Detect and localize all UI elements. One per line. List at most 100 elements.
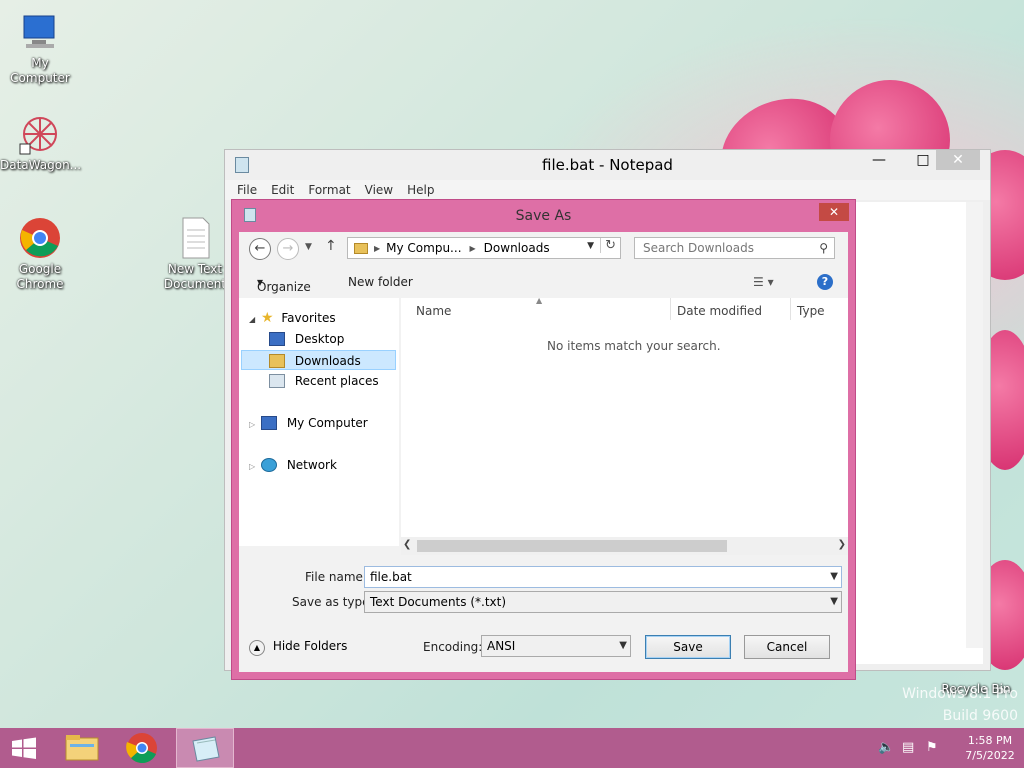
chevron-down-icon[interactable]: ▼ <box>830 567 838 587</box>
nav-desktop[interactable]: Desktop <box>269 329 344 349</box>
nav-recent-label: Recent places <box>294 374 379 388</box>
address-bar[interactable]: ▶ My Compu... ▶ Downloads ▼ ↻ <box>347 237 621 259</box>
search-input[interactable]: Search Downloads ⚲ <box>634 237 835 259</box>
minimize-button[interactable]: — <box>864 150 894 170</box>
encoding-select[interactable]: ANSI ▼ <box>481 635 631 657</box>
menu-edit[interactable]: Edit <box>271 180 294 200</box>
dialog-body: ← → ▼ ↑ ▶ My Compu... ▶ Downloads ▼ ↻ Se… <box>239 232 848 672</box>
nav-downloads[interactable]: Downloads <box>241 350 396 370</box>
menu-format[interactable]: Format <box>308 180 350 200</box>
hide-folders-label: Hide Folders <box>272 639 348 653</box>
nav-recent-places[interactable]: Recent places <box>269 371 379 391</box>
start-button[interactable] <box>0 728 48 768</box>
chevron-up-icon: ▲ <box>249 640 265 656</box>
volume-muted-icon[interactable]: 🔈 <box>878 740 894 755</box>
empty-message: No items match your search. <box>547 339 721 353</box>
watermark-line1: Windows 8.1 Pro <box>902 686 1018 702</box>
column-header-date[interactable]: Date modified <box>677 304 762 318</box>
maximize-button[interactable]: □ <box>908 150 938 170</box>
recent-locations-dropdown[interactable]: ▼ <box>305 242 312 252</box>
back-button[interactable]: ← <box>249 238 271 260</box>
save-form: File name: file.bat ▼ Save as type: Text… <box>239 558 848 672</box>
refresh-icon[interactable]: ↻ <box>600 238 616 253</box>
recent-places-icon <box>269 374 285 388</box>
nav-my-computer-label: My Computer <box>286 416 368 430</box>
chevron-down-icon[interactable]: ▼ <box>619 636 627 656</box>
vertical-scrollbar[interactable] <box>966 202 983 648</box>
sort-arrow-icon: ▲ <box>536 296 543 305</box>
desktop-icon-datawagon[interactable]: DataWagon... <box>0 112 82 173</box>
menu-view[interactable]: View <box>365 180 393 200</box>
forward-button[interactable]: → <box>277 238 299 260</box>
nav-network-label: Network <box>286 458 337 472</box>
view-options-icon[interactable]: ☰ ▾ <box>753 275 774 289</box>
encoding-value: ANSI <box>487 639 516 653</box>
clock[interactable]: 1:58 PM 7/5/2022 <box>960 733 1020 763</box>
desktop-icon-new-text-document[interactable]: New Text Document <box>155 216 235 292</box>
expand-arrow-icon: ▷ <box>249 420 256 429</box>
file-explorer-icon <box>65 735 99 761</box>
breadcrumb-downloads[interactable]: Downloads <box>484 241 550 255</box>
new-folder-button[interactable]: New folder <box>348 275 413 289</box>
taskbar-file-explorer[interactable] <box>54 728 110 768</box>
dialog-close-button[interactable]: ✕ <box>819 203 849 221</box>
windows-logo-icon <box>12 737 36 759</box>
star-icon: ★ <box>260 310 274 326</box>
nav-my-computer[interactable]: ▷ My Computer <box>249 413 368 433</box>
help-icon[interactable]: ? <box>817 274 833 290</box>
save-button[interactable]: Save <box>645 635 731 659</box>
notepad-titlebar[interactable]: file.bat - Notepad — □ ✕ <box>225 150 990 180</box>
menu-help[interactable]: Help <box>407 180 434 200</box>
computer-icon <box>18 10 62 54</box>
file-name-value: file.bat <box>370 570 412 584</box>
scroll-right-icon: ❯ <box>837 539 846 550</box>
organize-button[interactable]: Organize ▾ <box>257 275 311 294</box>
address-dropdown[interactable]: ▼ <box>587 241 594 251</box>
breadcrumb-my-computer[interactable]: My Compu... <box>386 241 461 255</box>
dialog-titlebar[interactable]: Save As ✕ <box>232 200 855 232</box>
file-list[interactable]: ▲ Name Date modified Type No items match… <box>401 296 848 546</box>
notepad-menubar: File Edit Format View Help <box>225 180 990 200</box>
column-header-name[interactable]: Name <box>416 304 451 318</box>
column-divider <box>670 298 671 320</box>
taskbar-notepad[interactable] <box>176 728 234 768</box>
save-as-dialog[interactable]: Save As ✕ ← → ▼ ↑ ▶ My Compu... ▶ Downlo… <box>231 199 856 680</box>
menu-file[interactable]: File <box>237 180 257 200</box>
column-divider <box>790 298 791 320</box>
dialog-icon <box>244 208 256 222</box>
computer-icon <box>260 416 277 430</box>
nav-desktop-label: Desktop <box>294 332 345 346</box>
nav-favorites[interactable]: ◢ ★ Favorites <box>249 308 336 328</box>
folder-icon <box>354 242 368 254</box>
downloads-folder-icon <box>269 354 285 368</box>
up-button[interactable]: ↑ <box>325 238 337 254</box>
taskbar-chrome[interactable] <box>114 728 170 768</box>
expand-arrow-icon: ▷ <box>249 462 256 471</box>
desktop-icon-my-computer[interactable]: My Computer <box>0 10 80 86</box>
notepad-editor[interactable] <box>855 202 983 664</box>
search-placeholder: Search Downloads <box>643 241 754 255</box>
scroll-thumb[interactable] <box>417 540 727 552</box>
action-center-icon[interactable]: ⚑ <box>926 740 938 755</box>
desktop-icon <box>269 332 285 346</box>
chrome-icon <box>18 216 62 260</box>
desktop-icon-label: My Computer <box>10 56 70 85</box>
cancel-button[interactable]: Cancel <box>744 635 830 659</box>
chevron-down-icon[interactable]: ▼ <box>830 592 838 612</box>
notepad-icon <box>235 157 249 173</box>
close-button[interactable]: ✕ <box>936 150 980 170</box>
desktop-icon-label: DataWagon... <box>0 158 82 172</box>
horizontal-scrollbar[interactable]: ❮ ❯ <box>401 537 848 555</box>
desktop-icon-chrome[interactable]: Google Chrome <box>0 216 80 292</box>
file-name-input[interactable]: file.bat ▼ <box>364 566 842 588</box>
datawagon-icon <box>18 112 62 156</box>
breadcrumb-separator: ▶ <box>469 243 476 253</box>
taskbar: 🔈 ▤ ⚑ 1:58 PM 7/5/2022 <box>0 728 1024 768</box>
hide-folders-button[interactable]: ▲ Hide Folders <box>249 639 347 656</box>
search-icon: ⚲ <box>819 241 828 255</box>
nav-network[interactable]: ▷ Network <box>249 455 337 475</box>
breadcrumb-separator: ▶ <box>374 243 381 253</box>
save-type-select[interactable]: Text Documents (*.txt) ▼ <box>364 591 842 613</box>
network-icon[interactable]: ▤ <box>902 740 914 755</box>
column-header-type[interactable]: Type <box>797 304 825 318</box>
